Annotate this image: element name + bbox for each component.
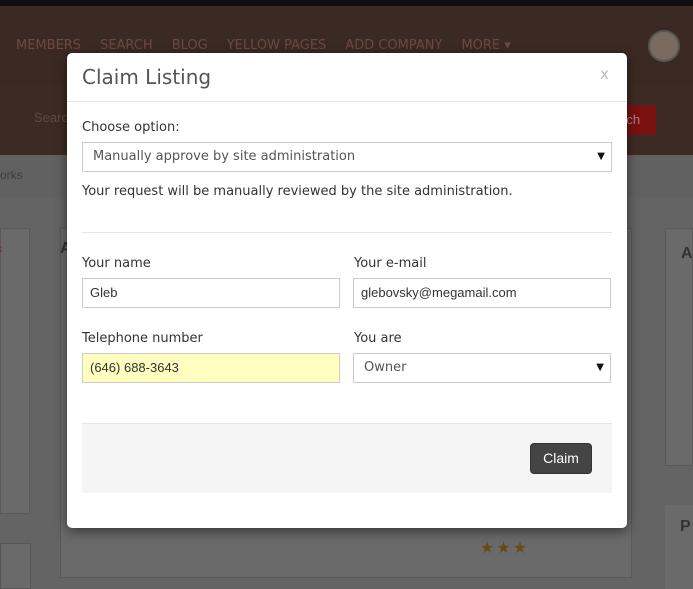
nav-item-members[interactable]: MEMBERS xyxy=(16,38,81,53)
dropdown-arrow-icon: ▼ xyxy=(597,151,605,162)
name-field[interactable]: Gleb xyxy=(82,278,340,308)
request-note: Your request will be manually reviewed b… xyxy=(82,184,513,199)
nav-item-more[interactable]: MORE ▾ xyxy=(461,38,510,53)
choose-option-value: Manually approve by site administration xyxy=(93,149,356,164)
claim-button[interactable]: Claim xyxy=(530,443,592,474)
chevron-left-icon: ‹ xyxy=(0,240,3,256)
left-card xyxy=(0,228,30,514)
avatar[interactable] xyxy=(648,30,680,62)
you-are-select[interactable]: Owner ▼ xyxy=(353,353,611,383)
close-icon[interactable]: x xyxy=(600,65,609,83)
name-label: Your name xyxy=(82,256,151,271)
email-label: Your e-mail xyxy=(354,256,427,271)
you-are-value: Owner xyxy=(364,360,407,375)
choose-option-select[interactable]: Manually approve by site administration … xyxy=(82,142,612,172)
claim-listing-modal: Claim Listing x Choose option: Manually … xyxy=(67,53,627,528)
right-card-lower-heading: P xyxy=(680,518,691,535)
rating-stars: ★★★ xyxy=(480,540,530,557)
modal-header: Claim Listing x xyxy=(67,53,627,102)
breadcrumb-text: orks xyxy=(0,168,23,182)
email-field[interactable]: glebovsky@megamail.com xyxy=(353,278,611,308)
right-card-heading: A xyxy=(681,245,693,262)
modal-title: Claim Listing xyxy=(82,65,212,89)
dropdown-arrow-icon: ▼ xyxy=(596,362,604,373)
right-card xyxy=(665,228,693,466)
nav-item-add-company[interactable]: ADD COMPANY xyxy=(345,38,442,53)
left-card-lower xyxy=(0,543,31,589)
phone-label: Telephone number xyxy=(82,331,203,346)
modal-footer: Claim xyxy=(82,423,612,493)
main-nav: MEMBERS SEARCH BLOG YELLOW PAGES ADD COM… xyxy=(16,38,530,53)
nav-item-yellow-pages[interactable]: YELLOW PAGES xyxy=(227,38,327,53)
phone-field[interactable]: (646) 688-3643 xyxy=(82,353,340,383)
you-are-label: You are xyxy=(354,331,402,346)
divider xyxy=(82,232,612,233)
search-button[interactable]: rch xyxy=(622,105,656,135)
nav-item-search[interactable]: SEARCH xyxy=(100,38,153,53)
nav-item-blog[interactable]: BLOG xyxy=(172,38,208,53)
choose-option-label: Choose option: xyxy=(82,120,180,135)
